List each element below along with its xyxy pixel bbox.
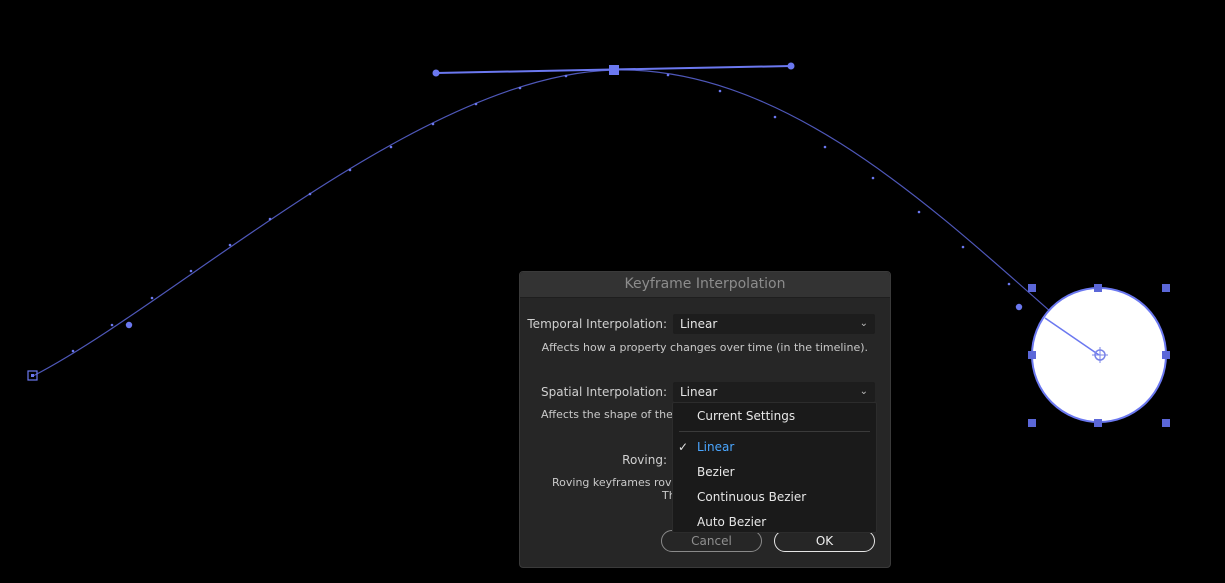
spatial-interpolation-dropdown-menu: Current Settings ✓ Linear Bezier Continu… xyxy=(672,402,877,533)
dialog-title: Keyframe Interpolation xyxy=(520,272,890,298)
roving-label: Roving: xyxy=(622,453,667,467)
temporal-interpolation-select[interactable]: Linear ⌄ xyxy=(673,314,875,334)
start-keyframe-center xyxy=(31,374,34,377)
menu-item-linear[interactable]: Linear xyxy=(697,440,734,454)
spatial-interpolation-label: Spatial Interpolation: xyxy=(541,385,667,399)
menu-item-bezier[interactable]: Bezier xyxy=(697,465,735,479)
roving-help-text-line1: Roving keyframes rove xyxy=(552,476,679,489)
start-handle[interactable] xyxy=(125,321,133,329)
temporal-interpolation-value: Linear xyxy=(680,317,718,331)
temporal-interpolation-label: Temporal Interpolation: xyxy=(527,317,667,331)
checkmark-icon: ✓ xyxy=(678,440,689,454)
mid-keyframe[interactable] xyxy=(609,65,619,75)
spatial-help-text: Affects the shape of the p xyxy=(541,408,684,421)
cancel-button[interactable]: Cancel xyxy=(661,530,762,552)
spatial-interpolation-select[interactable]: Linear ⌄ xyxy=(673,382,875,402)
menu-item-continuous-bezier[interactable]: Continuous Bezier xyxy=(697,490,806,504)
spatial-interpolation-value: Linear xyxy=(680,385,718,399)
end-handle[interactable] xyxy=(1015,303,1023,311)
chevron-down-icon: ⌄ xyxy=(859,318,868,329)
ok-button[interactable]: OK xyxy=(774,530,875,552)
chevron-down-icon: ⌄ xyxy=(859,386,868,397)
menu-item-current-settings[interactable]: Current Settings xyxy=(697,409,795,423)
menu-separator xyxy=(679,431,870,432)
temporal-help-text: Affects how a property changes over time… xyxy=(541,341,868,354)
menu-item-auto-bezier[interactable]: Auto Bezier xyxy=(697,515,766,529)
bezier-handle-right[interactable] xyxy=(787,62,795,70)
bezier-handle-left[interactable] xyxy=(432,69,440,77)
